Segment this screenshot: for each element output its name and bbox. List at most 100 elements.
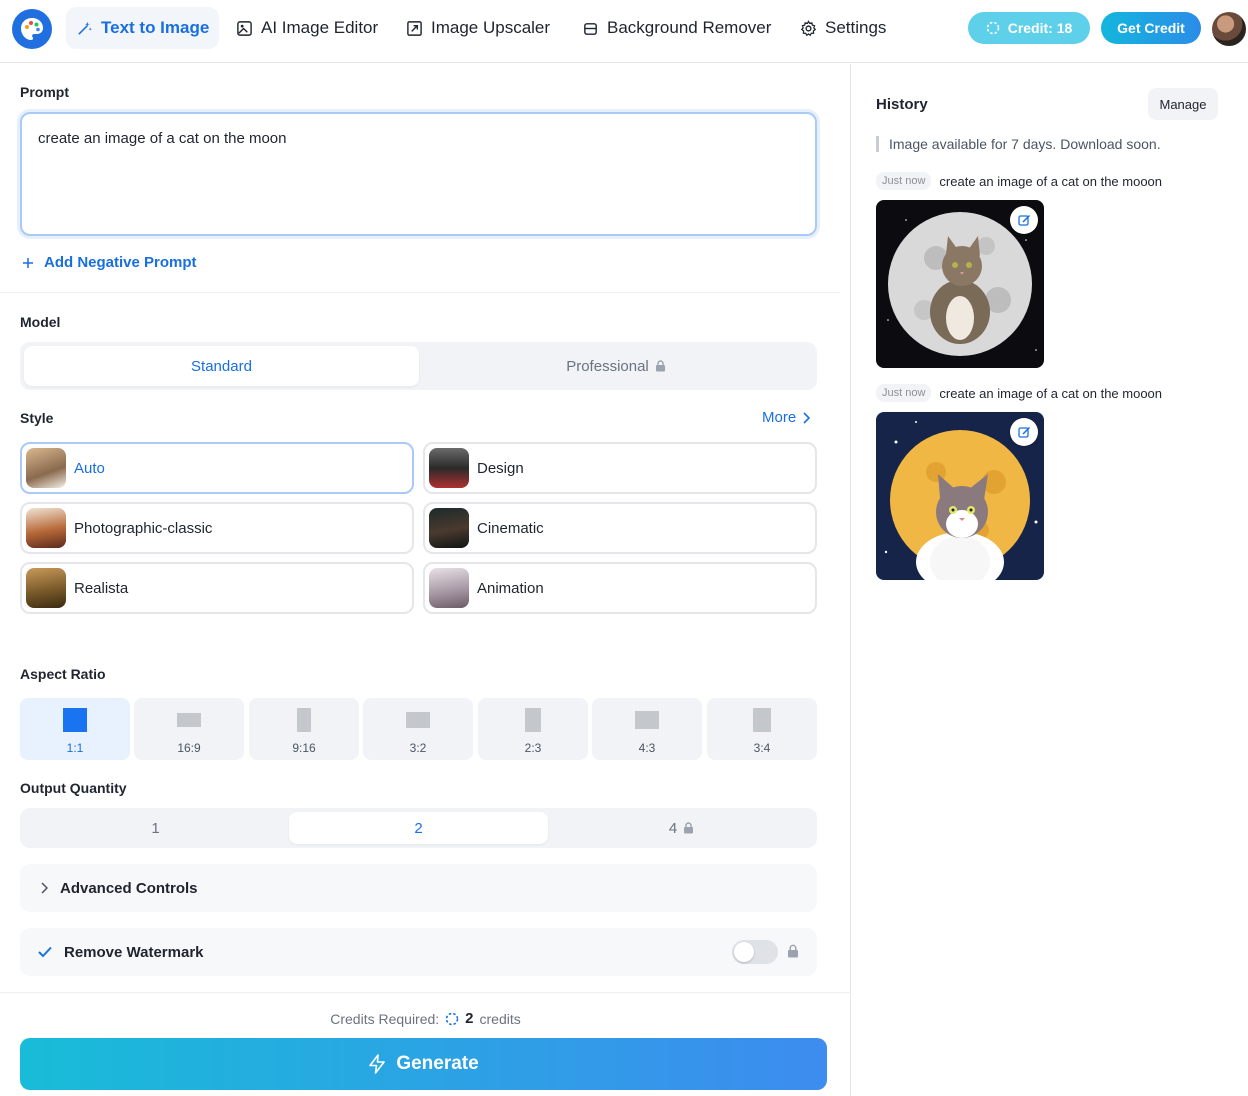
aspect-shape — [177, 713, 201, 727]
history-image[interactable] — [876, 412, 1044, 580]
lock-icon — [684, 822, 694, 834]
model-option-professional[interactable]: Professional — [419, 346, 813, 386]
aspect-label: 1:1 — [66, 741, 84, 755]
aspect-shape — [297, 708, 311, 732]
model-selector: Standard Professional — [20, 342, 817, 390]
history-prompt: create an image of a cat on the mooon — [939, 385, 1163, 401]
quantity-option-4[interactable]: 4 — [550, 812, 813, 844]
style-thumbnail — [429, 508, 469, 548]
aspect-shape — [63, 708, 87, 732]
app-logo[interactable] — [12, 9, 52, 49]
nav-ai-image-editor[interactable]: AI Image Editor — [226, 7, 388, 49]
aspect-label: 9:16 — [292, 741, 316, 755]
edit-image-button[interactable] — [1010, 206, 1038, 234]
model-option-label: Standard — [191, 357, 252, 375]
generate-button[interactable]: Generate — [20, 1038, 827, 1090]
style-option-label: Auto — [74, 459, 105, 477]
add-negative-prompt-button[interactable]: Add Negative Prompt — [22, 254, 197, 271]
nav-text-to-image[interactable]: Text to Image — [66, 7, 220, 49]
style-thumbnail — [26, 508, 66, 548]
style-option-animation[interactable]: Animation — [423, 562, 817, 614]
style-thumbnail — [26, 448, 66, 488]
history-item-meta: Just now create an image of a cat on the… — [876, 384, 1162, 402]
aspect-ratio-label: Aspect Ratio — [20, 666, 106, 682]
aspect-shape — [753, 708, 771, 732]
user-avatar[interactable] — [1212, 12, 1246, 46]
remove-watermark-toggle[interactable] — [732, 940, 778, 964]
quantity-selector: 1 2 4 — [20, 808, 817, 848]
aspect-label: 2:3 — [524, 741, 542, 755]
prompt-input[interactable]: create an image of a cat on the moon — [20, 112, 817, 236]
aspect-option-3-2[interactable]: 3:2 — [363, 698, 473, 760]
edit-image-button[interactable] — [1010, 418, 1038, 446]
top-nav: Text to Image AI Image Editor Image Upsc… — [0, 0, 1248, 63]
expand-icon — [407, 20, 422, 36]
aspect-option-16-9[interactable]: 16:9 — [134, 698, 244, 760]
history-item-meta: Just now create an image of a cat on the… — [876, 172, 1162, 190]
nav-label: Background Remover — [607, 18, 772, 37]
nav-label: Image Upscaler — [431, 18, 551, 37]
credit-icon — [986, 21, 1000, 35]
generator-panel: Prompt create an image of a cat on the m… — [0, 64, 851, 1096]
style-option-photographic-classic[interactable]: Photographic-classic — [20, 502, 414, 554]
chevron-right-icon — [803, 411, 811, 424]
lightning-icon — [369, 1054, 386, 1074]
aspect-option-3-4[interactable]: 3:4 — [707, 698, 817, 760]
aspect-option-1-1[interactable]: 1:1 — [20, 698, 130, 760]
history-image[interactable] — [876, 200, 1044, 368]
style-more-link[interactable]: More — [762, 409, 811, 426]
model-option-standard[interactable]: Standard — [24, 346, 419, 386]
quantity-option-1[interactable]: 1 — [24, 812, 287, 844]
history-title: History — [876, 96, 928, 113]
generate-label: Generate — [396, 1053, 479, 1074]
history-panel: History Manage Image available for 7 day… — [852, 64, 1248, 1096]
edit-icon — [1017, 214, 1030, 226]
get-credit-button[interactable]: Get Credit — [1101, 12, 1201, 44]
quantity-label: 4 — [668, 819, 678, 837]
image-edit-icon — [237, 20, 252, 36]
style-label: Style — [20, 410, 54, 426]
style-option-label: Design — [477, 459, 524, 477]
aspect-option-2-3[interactable]: 2:3 — [478, 698, 588, 760]
edit-icon — [1017, 426, 1030, 438]
credit-pill[interactable]: Credit: 18 — [968, 12, 1090, 44]
nav-label: Text to Image — [101, 18, 210, 37]
style-option-realista[interactable]: Realista — [20, 562, 414, 614]
advanced-controls-label: Advanced Controls — [60, 879, 198, 897]
style-option-design[interactable]: Design — [423, 442, 817, 494]
aspect-shape — [406, 712, 430, 728]
quantity-option-2[interactable]: 2 — [289, 812, 548, 844]
style-option-cinematic[interactable]: Cinematic — [423, 502, 817, 554]
prompt-label: Prompt — [20, 84, 69, 100]
aspect-option-4-3[interactable]: 4:3 — [592, 698, 702, 760]
aspect-option-9-16[interactable]: 9:16 — [249, 698, 359, 760]
style-option-label: Cinematic — [477, 519, 544, 537]
aspect-label: 16:9 — [177, 741, 201, 755]
nav-settings[interactable]: Settings — [790, 7, 896, 49]
eraser-icon — [584, 22, 597, 35]
negative-prompt-label: Add Negative Prompt — [44, 254, 197, 271]
manage-label: Manage — [1159, 96, 1207, 112]
palette-icon — [21, 18, 43, 40]
time-badge: Just now — [876, 384, 932, 402]
credit-label: Credit: 18 — [1007, 20, 1073, 36]
check-icon — [38, 946, 52, 958]
remove-watermark-label: Remove Watermark — [64, 943, 204, 961]
get-credit-label: Get Credit — [1117, 20, 1185, 36]
divider — [0, 292, 840, 293]
plus-icon — [23, 257, 33, 268]
nav-image-upscaler[interactable]: Image Upscaler — [396, 7, 560, 49]
manage-history-button[interactable]: Manage — [1148, 88, 1218, 120]
remove-watermark-row: Remove Watermark — [20, 928, 817, 976]
style-option-auto[interactable]: Auto — [20, 442, 414, 494]
lock-icon — [655, 360, 665, 372]
style-thumbnail — [429, 568, 469, 608]
time-badge: Just now — [876, 172, 932, 190]
nav-background-remover[interactable]: Background Remover — [572, 7, 781, 49]
style-option-label: Realista — [74, 579, 129, 597]
quantity-label: 1 — [151, 819, 160, 837]
aspect-label: 4:3 — [638, 741, 656, 755]
style-thumbnail — [26, 568, 66, 608]
advanced-controls-toggle[interactable]: Advanced Controls — [20, 864, 817, 912]
nav-label: AI Image Editor — [261, 18, 379, 37]
